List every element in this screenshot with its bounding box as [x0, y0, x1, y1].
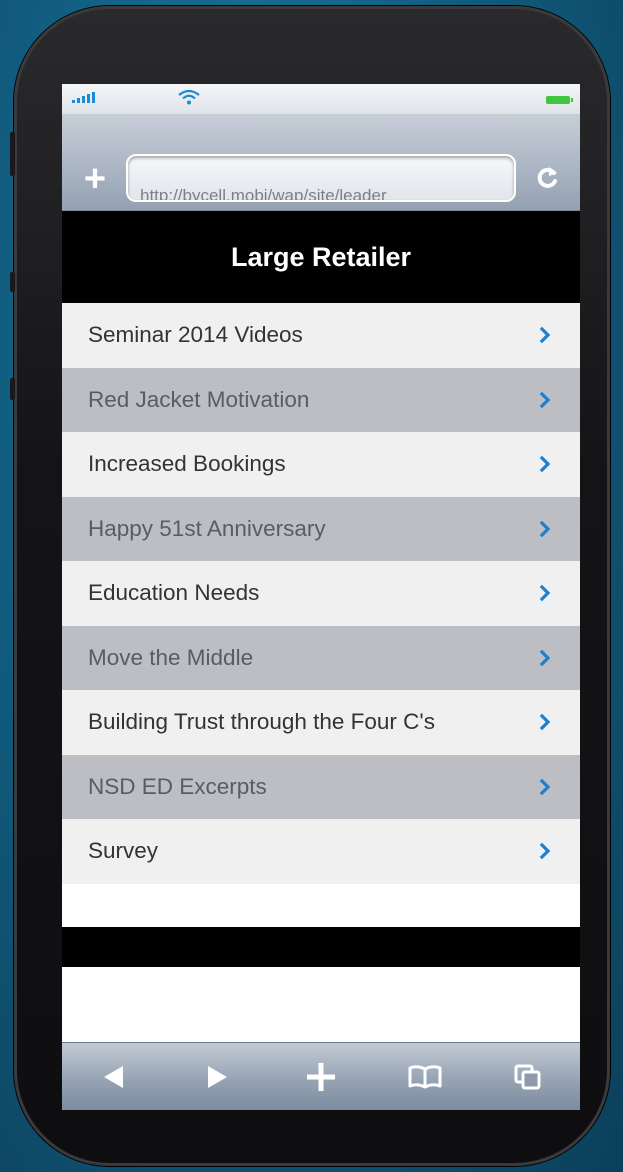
pages-button[interactable] — [506, 1055, 550, 1099]
menu-item-label: Building Trust through the Four C's — [88, 709, 435, 735]
menu-item-move-the-middle[interactable]: Move the Middle — [62, 625, 580, 690]
menu-item-label: Survey — [88, 838, 159, 864]
add-button[interactable] — [299, 1055, 343, 1099]
menu-item-label: Move the Middle — [88, 644, 254, 670]
battery-icon — [546, 96, 573, 104]
menu-item-increased-bookings[interactable]: Increased Bookings — [62, 432, 580, 497]
side-button — [10, 272, 15, 292]
browser-toolbar — [62, 1042, 580, 1110]
forward-arrow-icon — [208, 1066, 228, 1088]
menu-item-label: Increased Bookings — [88, 451, 286, 477]
plus-icon: + — [83, 158, 107, 200]
pages-icon — [514, 1064, 541, 1090]
page-title: Large Retailer — [62, 211, 580, 303]
menu-item-survey[interactable]: Survey — [62, 819, 580, 884]
side-button — [10, 378, 15, 400]
chevron-right-icon — [539, 391, 551, 409]
back-button[interactable] — [92, 1055, 136, 1099]
menu-item-nsd-ed-excerpts[interactable]: NSD ED Excerpts — [62, 754, 580, 819]
menu-item-seminar-2014-videos[interactable]: Seminar 2014 Videos — [62, 303, 580, 368]
menu-item-building-trust[interactable]: Building Trust through the Four C's — [62, 690, 580, 755]
reload-icon[interactable] — [534, 164, 562, 192]
menu-item-label: Red Jacket Motivation — [88, 386, 310, 412]
menu-item-label: Seminar 2014 Videos — [88, 322, 303, 348]
footer-bar — [62, 927, 580, 967]
menu-item-label: NSD ED Excerpts — [88, 773, 267, 799]
menu-item-happy-51st-anniversary[interactable]: Happy 51st Anniversary — [62, 496, 580, 561]
menu-item-label: Happy 51st Anniversary — [88, 515, 326, 541]
status-bar — [62, 84, 580, 114]
phone-screen: + http://bycell.mobi/wap/site/leader Lar… — [62, 84, 580, 1110]
chevron-right-icon — [539, 713, 551, 731]
plus-icon — [306, 1063, 335, 1091]
chevron-right-icon — [539, 326, 551, 344]
browser-address-bar: + http://bycell.mobi/wap/site/leader — [62, 114, 580, 211]
chevron-right-icon — [539, 778, 551, 796]
chevron-right-icon — [539, 584, 551, 602]
chevron-right-icon — [539, 649, 551, 667]
chevron-right-icon — [539, 842, 551, 860]
add-bookmark-button[interactable]: + — [80, 160, 110, 198]
bookmarks-button[interactable] — [403, 1055, 447, 1099]
signal-icon — [72, 92, 95, 103]
wifi-icon — [178, 89, 200, 105]
menu-item-red-jacket-motivation[interactable]: Red Jacket Motivation — [62, 367, 580, 432]
volume-button — [10, 132, 15, 176]
book-icon — [408, 1065, 442, 1089]
url-input[interactable]: http://bycell.mobi/wap/site/leader — [126, 154, 516, 202]
chevron-right-icon — [539, 520, 551, 538]
menu-item-education-needs[interactable]: Education Needs — [62, 561, 580, 626]
chevron-right-icon — [539, 455, 551, 473]
back-arrow-icon — [103, 1066, 123, 1088]
url-text: http://bycell.mobi/wap/site/leader — [140, 186, 387, 202]
menu-item-label: Education Needs — [88, 580, 260, 606]
forward-button[interactable] — [195, 1055, 239, 1099]
menu-list: Seminar 2014 Videos Red Jacket Motivatio… — [62, 303, 580, 884]
